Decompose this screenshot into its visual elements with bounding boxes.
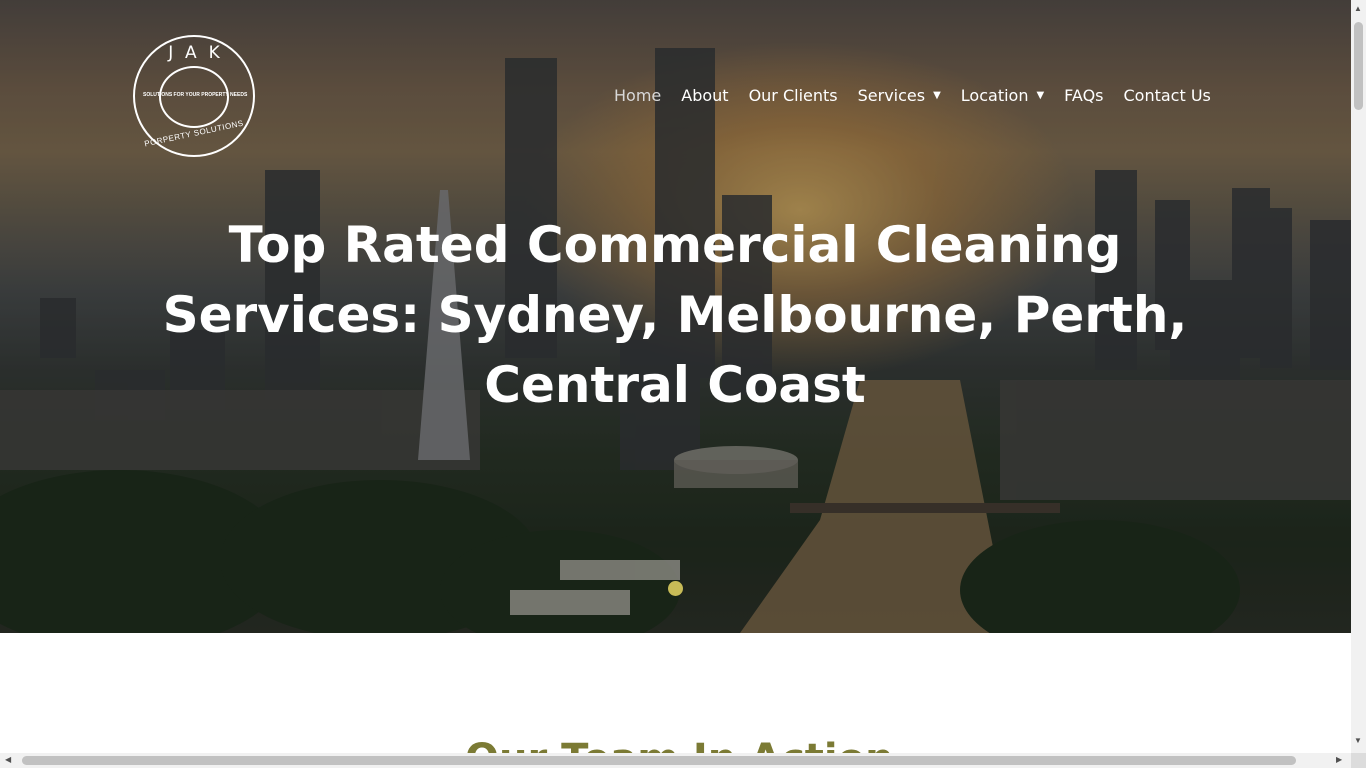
nav-home-label: Home bbox=[614, 85, 662, 105]
nav-services-label: Services bbox=[857, 85, 926, 105]
nav-about-label: About bbox=[681, 85, 729, 105]
scroll-up-icon[interactable]: ▲ bbox=[1354, 4, 1362, 13]
main-nav: Home About Our Clients Services ▼ Locati… bbox=[614, 84, 1211, 106]
vertical-scrollbar[interactable]: ▲ ▼ bbox=[1351, 0, 1366, 753]
nav-our-clients-label: Our Clients bbox=[748, 85, 838, 105]
nav-about[interactable]: About bbox=[681, 86, 728, 105]
caret-down-icon: ▼ bbox=[1036, 89, 1045, 101]
vertical-scroll-thumb[interactable] bbox=[1354, 22, 1363, 110]
nav-contact-us[interactable]: Contact Us bbox=[1124, 86, 1211, 105]
caret-down-icon: ▼ bbox=[933, 89, 941, 101]
nav-location[interactable]: Location ▼ bbox=[961, 86, 1044, 105]
horizontal-scrollbar[interactable]: ◀ ▶ bbox=[0, 753, 1351, 768]
scroll-down-icon[interactable]: ▼ bbox=[1354, 736, 1362, 745]
jak-logo[interactable]: JAK SOLUTIONS FOR YOUR PROPERTY NEEDS PO… bbox=[133, 35, 255, 157]
horizontal-scroll-thumb[interactable] bbox=[22, 756, 1296, 765]
scroll-right-icon[interactable]: ▶ bbox=[1336, 755, 1342, 764]
nav-faqs-label: FAQs bbox=[1064, 85, 1104, 105]
nav-home[interactable]: Home bbox=[614, 86, 661, 105]
nav-faqs[interactable]: FAQs bbox=[1064, 86, 1103, 105]
nav-our-clients[interactable]: Our Clients bbox=[749, 86, 838, 105]
scroll-left-icon[interactable]: ◀ bbox=[5, 755, 11, 764]
logo-letters: JAK bbox=[168, 43, 232, 63]
nav-location-label: Location bbox=[960, 85, 1029, 105]
scrollbar-corner bbox=[1351, 753, 1366, 768]
hero-headline: Top Rated Commercial Cleaning Services: … bbox=[162, 216, 1188, 414]
logo-tagline: SOLUTIONS FOR YOUR PROPERTY NEEDS bbox=[143, 92, 248, 98]
nav-services[interactable]: Services ▼ bbox=[858, 86, 941, 105]
nav-contact-us-label: Contact Us bbox=[1123, 85, 1211, 105]
slider-dot[interactable] bbox=[668, 581, 683, 596]
